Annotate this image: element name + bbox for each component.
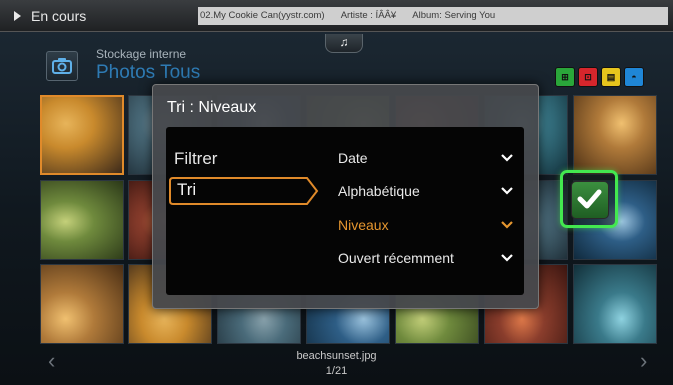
storage-location: Stockage interne <box>96 47 187 61</box>
music-tab[interactable]: ♫ <box>325 34 363 53</box>
checkmark-icon <box>577 189 602 209</box>
red-option-button[interactable]: ⊡ <box>578 67 598 87</box>
dialog-panel: Filtrer Tri Date Alphabétique Niveaux Ou… <box>166 127 524 295</box>
media-player-screen: En cours 02.My Cookie Can(yystr.com) Art… <box>0 0 673 385</box>
yellow-option-button[interactable]: ▤ <box>601 67 621 87</box>
menu-item-tri[interactable]: Tri <box>169 177 319 205</box>
green-option-button[interactable]: ⊞ <box>555 67 575 87</box>
track-artist: Artiste : ÍÂÂ¥ <box>340 10 397 21</box>
chevron-down-icon <box>501 254 513 262</box>
menu-item-filtrer[interactable]: Filtrer <box>174 149 217 169</box>
now-playing-label: En cours <box>31 8 87 24</box>
music-note-icon: ♫ <box>339 35 349 49</box>
track-info-ticker: 02.My Cookie Can(yystr.com) Artiste : ÍÂ… <box>198 7 668 25</box>
photo-thumbnail[interactable] <box>573 264 657 344</box>
chevron-down-icon <box>501 154 513 162</box>
sort-option-alphabetique[interactable]: Alphabétique <box>338 181 518 203</box>
now-playing-bar[interactable]: En cours 02.My Cookie Can(yystr.com) Art… <box>0 0 673 32</box>
photo-thumbnail[interactable] <box>573 95 657 175</box>
chevron-down-icon <box>501 221 513 229</box>
photo-counter: 1/21 <box>325 365 348 377</box>
sort-dialog: Tri : Niveaux Filtrer Tri Date Alphabéti… <box>152 84 539 309</box>
menu-item-tri-label: Tri <box>177 180 197 199</box>
play-icon <box>14 11 21 21</box>
photo-thumbnail[interactable] <box>40 180 124 260</box>
sort-option-niveaux[interactable]: Niveaux <box>338 215 518 237</box>
confirm-button[interactable] <box>560 170 618 228</box>
sort-option-date[interactable]: Date <box>338 148 518 170</box>
chevron-down-icon <box>501 187 513 195</box>
sort-option-ouvert-recemment[interactable]: Ouvert récemment <box>338 248 518 270</box>
track-album: Album: Serving You <box>412 10 496 21</box>
dialog-title: Tri : Niveaux <box>167 99 257 116</box>
blue-option-button[interactable]: ◓ <box>624 67 644 87</box>
track-name: 02.My Cookie Can(yystr.com) <box>200 10 325 21</box>
page-title: Photos Tous <box>96 62 201 83</box>
photo-thumbnail[interactable] <box>40 264 124 344</box>
photo-thumbnail[interactable] <box>40 95 124 175</box>
camera-icon <box>46 51 78 81</box>
selected-filename: beachsunset.jpg <box>296 350 377 362</box>
